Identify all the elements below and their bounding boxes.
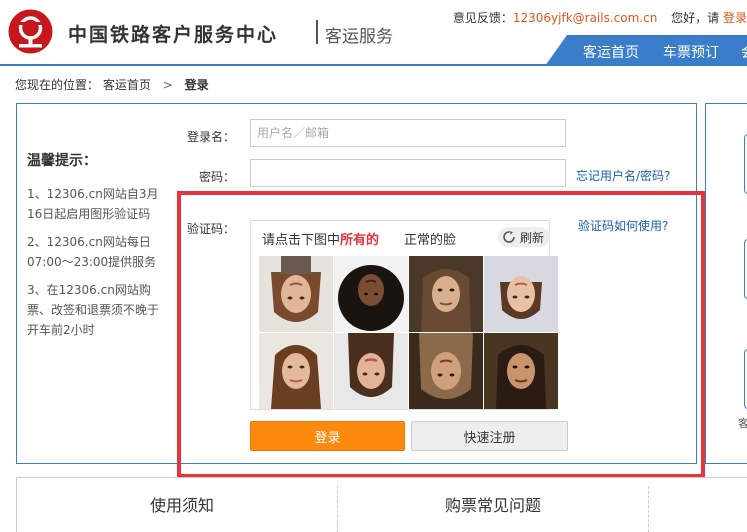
breadcrumb: 您现在的位置： 客运首页 > 登录 bbox=[15, 76, 209, 93]
captcha-prompt-highlight: 所有的 bbox=[340, 233, 380, 248]
top-utility-bar: 意见反馈：12306yjfk@rails.com.cn 您好，请 登录 bbox=[453, 9, 747, 26]
breadcrumb-prefix: 您现在的位置： bbox=[15, 78, 100, 92]
site-title: 中国铁路客户服务中心 bbox=[68, 24, 279, 46]
tip-item: 2、12306.cn网站每日07:00～23:00提供服务 bbox=[27, 235, 157, 269]
password-input[interactable] bbox=[250, 159, 566, 187]
face-image bbox=[259, 256, 333, 332]
tips-title: 温馨提示： bbox=[27, 153, 97, 169]
face-image bbox=[334, 333, 408, 409]
username-label: 登录名： bbox=[186, 130, 235, 144]
site-subtitle: 客运服务 bbox=[325, 27, 393, 47]
username-input[interactable] bbox=[250, 119, 566, 147]
refresh-icon bbox=[503, 231, 515, 243]
captcha-tile-6[interactable] bbox=[334, 333, 408, 409]
captcha-tile-1[interactable] bbox=[259, 256, 333, 332]
captcha-refresh-button[interactable]: 刷新 bbox=[498, 227, 551, 247]
face-image bbox=[334, 256, 408, 332]
captcha-tile-2[interactable] bbox=[334, 256, 408, 332]
nav-item-passenger-home[interactable]: 客运首页 bbox=[583, 42, 639, 62]
ticket-faq-title[interactable]: 购票常见问题 bbox=[445, 492, 541, 516]
usage-notice-title[interactable]: 使用须知 bbox=[150, 492, 214, 516]
login-button[interactable]: 登录 bbox=[250, 421, 405, 451]
captcha-prompt: 请点击下图中所有的 bbox=[262, 229, 379, 248]
face-image bbox=[259, 333, 333, 409]
header-underline bbox=[0, 64, 747, 66]
captcha-help-link[interactable]: 验证码如何使用? bbox=[578, 217, 668, 234]
bottom-divider bbox=[337, 486, 338, 532]
password-label: 密码： bbox=[198, 170, 235, 184]
header: 中国铁路客户服务中心 客运服务 意见反馈：12306yjfk@rails.com… bbox=[0, 0, 747, 66]
face-image bbox=[409, 256, 483, 332]
nav-item-member[interactable]: 会 bbox=[741, 42, 747, 62]
captcha-tile-3[interactable] bbox=[409, 256, 483, 332]
refresh-label: 刷新 bbox=[520, 230, 545, 245]
title-divider bbox=[316, 20, 318, 44]
forgot-password-link[interactable]: 忘记用户名/密码? bbox=[576, 167, 670, 184]
breadcrumb-current: 登录 bbox=[184, 78, 209, 92]
railway-logo-icon[interactable] bbox=[7, 8, 54, 55]
captcha-tile-7[interactable] bbox=[409, 333, 483, 409]
captcha-target: 正常的脸 bbox=[404, 233, 457, 248]
captcha-tile-8[interactable] bbox=[484, 333, 558, 409]
captcha-widget: 请点击下图中所有的 正常的脸 刷新 bbox=[250, 220, 558, 410]
feedback-email-link[interactable]: 12306yjfk@rails.com.cn bbox=[513, 11, 657, 25]
tip-item: 3、在12306.cn网站购票、改签和退票须不晚于开车前2小时 bbox=[27, 283, 160, 337]
captcha-tile-5[interactable] bbox=[259, 333, 333, 409]
breadcrumb-separator: > bbox=[162, 78, 173, 92]
right-side-panel bbox=[705, 103, 747, 464]
breadcrumb-home-link[interactable]: 客运首页 bbox=[103, 78, 151, 92]
side-widget-label: 客 bbox=[738, 417, 747, 430]
face-image bbox=[484, 333, 558, 409]
top-login-link[interactable]: 登录 bbox=[723, 11, 747, 25]
face-image bbox=[484, 256, 558, 332]
bottom-info-panel bbox=[16, 477, 747, 532]
tip-item: 1、12306.cn网站自3月16日起启用图形验证码 bbox=[27, 187, 159, 221]
tips-section: 温馨提示： 1、12306.cn网站自3月16日起启用图形验证码 2、12306… bbox=[27, 150, 167, 348]
captcha-image-grid bbox=[259, 256, 558, 409]
captcha-label: 验证码： bbox=[186, 222, 235, 236]
face-image bbox=[409, 333, 483, 409]
captcha-header: 请点击下图中所有的 正常的脸 刷新 bbox=[251, 221, 551, 252]
feedback-label: 意见反馈： bbox=[452, 11, 513, 25]
greeting-text: 您好，请 bbox=[671, 11, 720, 25]
quick-register-button[interactable]: 快速注册 bbox=[411, 421, 568, 451]
main-nav: 客运首页 车票预订 会 bbox=[545, 35, 747, 66]
captcha-tile-4[interactable] bbox=[484, 256, 558, 332]
bottom-divider bbox=[648, 486, 649, 532]
captcha-prompt-pre: 请点击下图中 bbox=[262, 233, 341, 248]
nav-item-ticket-booking[interactable]: 车票预订 bbox=[663, 42, 719, 62]
